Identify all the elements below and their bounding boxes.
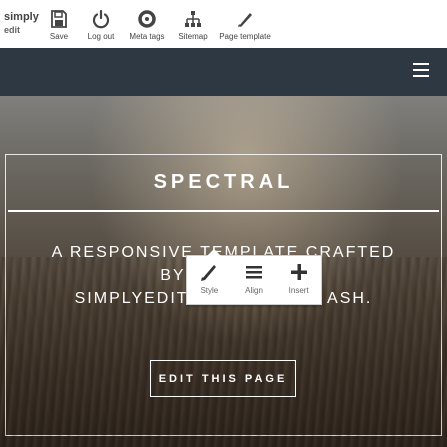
page-template-button[interactable]: Page template bbox=[216, 0, 274, 48]
page-template-icon bbox=[238, 13, 252, 27]
logout-button[interactable]: Log out bbox=[78, 0, 124, 48]
popup-pointer bbox=[207, 249, 221, 256]
insert-label: Insert bbox=[288, 286, 309, 295]
align-button[interactable]: Align bbox=[232, 256, 277, 304]
text-edit-popup: Style Align Insert bbox=[186, 255, 322, 305]
logout-icon bbox=[92, 9, 110, 29]
save-label: Save bbox=[49, 32, 69, 41]
edit-this-page-button[interactable]: EDIT THIS PAGE bbox=[150, 360, 296, 397]
meta-tags-label: Meta tags bbox=[129, 32, 165, 41]
style-label: Style bbox=[200, 286, 219, 295]
align-icon bbox=[246, 266, 262, 279]
sitemap-icon bbox=[185, 11, 201, 27]
sitemap-label: Sitemap bbox=[178, 32, 208, 41]
hamburger-icon[interactable] bbox=[413, 63, 429, 79]
title-underline bbox=[8, 210, 439, 212]
editor-toolbar: simply edit Save Log out Meta tags Sitem… bbox=[0, 0, 447, 49]
style-icon bbox=[201, 265, 217, 281]
simplyedit-logo: simply edit bbox=[0, 0, 40, 48]
meta-tags-button[interactable]: Meta tags bbox=[124, 0, 170, 48]
insert-icon bbox=[290, 264, 307, 280]
save-icon bbox=[51, 10, 67, 28]
save-button[interactable]: Save bbox=[40, 0, 78, 48]
brand-line-1: simply bbox=[4, 11, 39, 23]
meta-tags-icon bbox=[138, 10, 156, 28]
site-title[interactable]: SPECTRAL bbox=[0, 171, 447, 194]
logout-label: Log out bbox=[87, 32, 115, 41]
page-template-label: Page template bbox=[219, 32, 271, 41]
sitemap-button[interactable]: Sitemap bbox=[170, 0, 216, 48]
align-label: Align bbox=[245, 286, 263, 295]
insert-button[interactable]: Insert bbox=[276, 256, 321, 304]
brand-line-2: edit bbox=[4, 25, 21, 35]
style-button[interactable]: Style bbox=[187, 256, 232, 304]
site-header bbox=[0, 48, 447, 96]
tagline-line-3-tail: ASH. bbox=[327, 290, 373, 307]
